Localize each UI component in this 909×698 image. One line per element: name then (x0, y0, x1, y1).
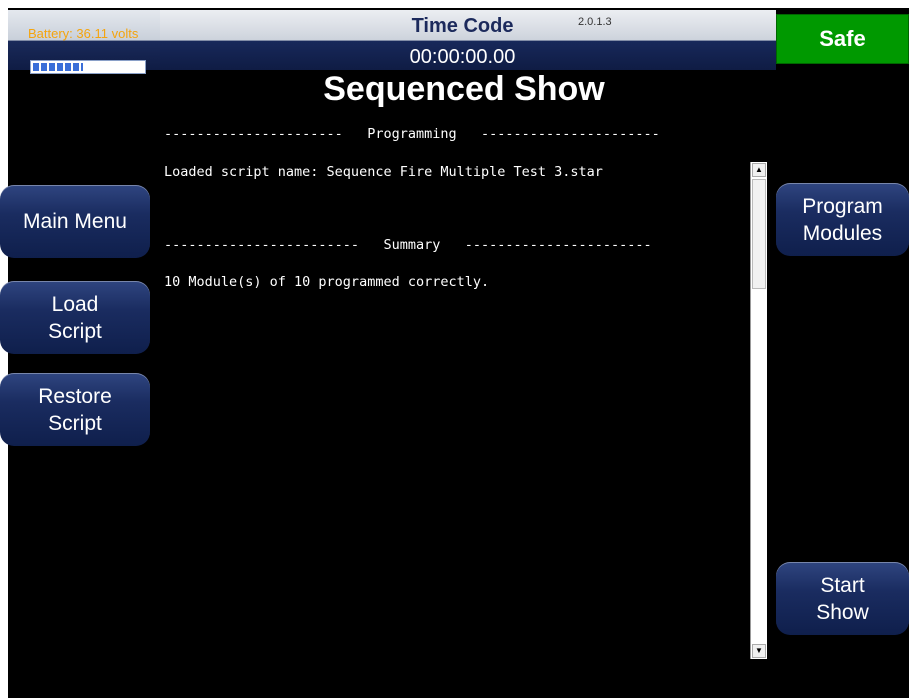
load-script-label-line1: Load (51, 292, 99, 316)
program-modules-label-line2: Modules (802, 221, 883, 245)
battery-level-bar (30, 60, 146, 74)
version-label: 2.0.1.3 (578, 16, 612, 28)
summary-header: ------------------------ Summary -------… (164, 237, 652, 253)
time-code-label: Time Code (411, 15, 514, 37)
load-script-label: Load Script (48, 291, 102, 345)
scroll-down-arrow-icon[interactable]: ▼ (752, 644, 766, 658)
summary-result-line: 10 Module(s) of 10 programmed correctly. (164, 274, 490, 290)
restore-script-button[interactable]: Restore Script (0, 373, 150, 446)
program-modules-label-line1: Program (802, 194, 883, 218)
safe-status-button[interactable]: Safe (776, 14, 909, 64)
scroll-thumb[interactable] (752, 179, 766, 289)
programming-header: ---------------------- Programming -----… (164, 126, 660, 142)
main-menu-button[interactable]: Main Menu (0, 185, 150, 258)
time-code-value: 00:00:00.00 (409, 46, 516, 68)
restore-script-label-line1: Restore (38, 384, 112, 408)
scroll-up-arrow-icon[interactable]: ▲ (752, 163, 766, 177)
main-menu-label: Main Menu (23, 210, 127, 233)
start-show-label-line1: Start (820, 573, 865, 597)
loaded-script-line: Loaded script name: Sequence Fire Multip… (164, 164, 603, 180)
restore-script-label-line2: Script (48, 411, 102, 435)
page-title: Sequenced Show (323, 70, 605, 108)
load-script-button[interactable]: Load Script (0, 281, 150, 354)
restore-script-label: Restore Script (38, 383, 112, 437)
program-modules-button[interactable]: Program Modules (776, 183, 909, 256)
battery-level-fill (33, 63, 83, 71)
program-modules-label: Program Modules (802, 193, 883, 247)
battery-label: Battery: 36.11 volts (28, 26, 139, 41)
start-show-button[interactable]: Start Show (776, 562, 909, 635)
start-show-label: Start Show (816, 572, 869, 626)
log-scrollbar[interactable]: ▲ ▼ (750, 162, 767, 659)
start-show-label-line2: Show (816, 600, 869, 624)
load-script-label-line2: Script (48, 319, 102, 343)
programming-log: ---------------------- Programming -----… (164, 120, 754, 660)
